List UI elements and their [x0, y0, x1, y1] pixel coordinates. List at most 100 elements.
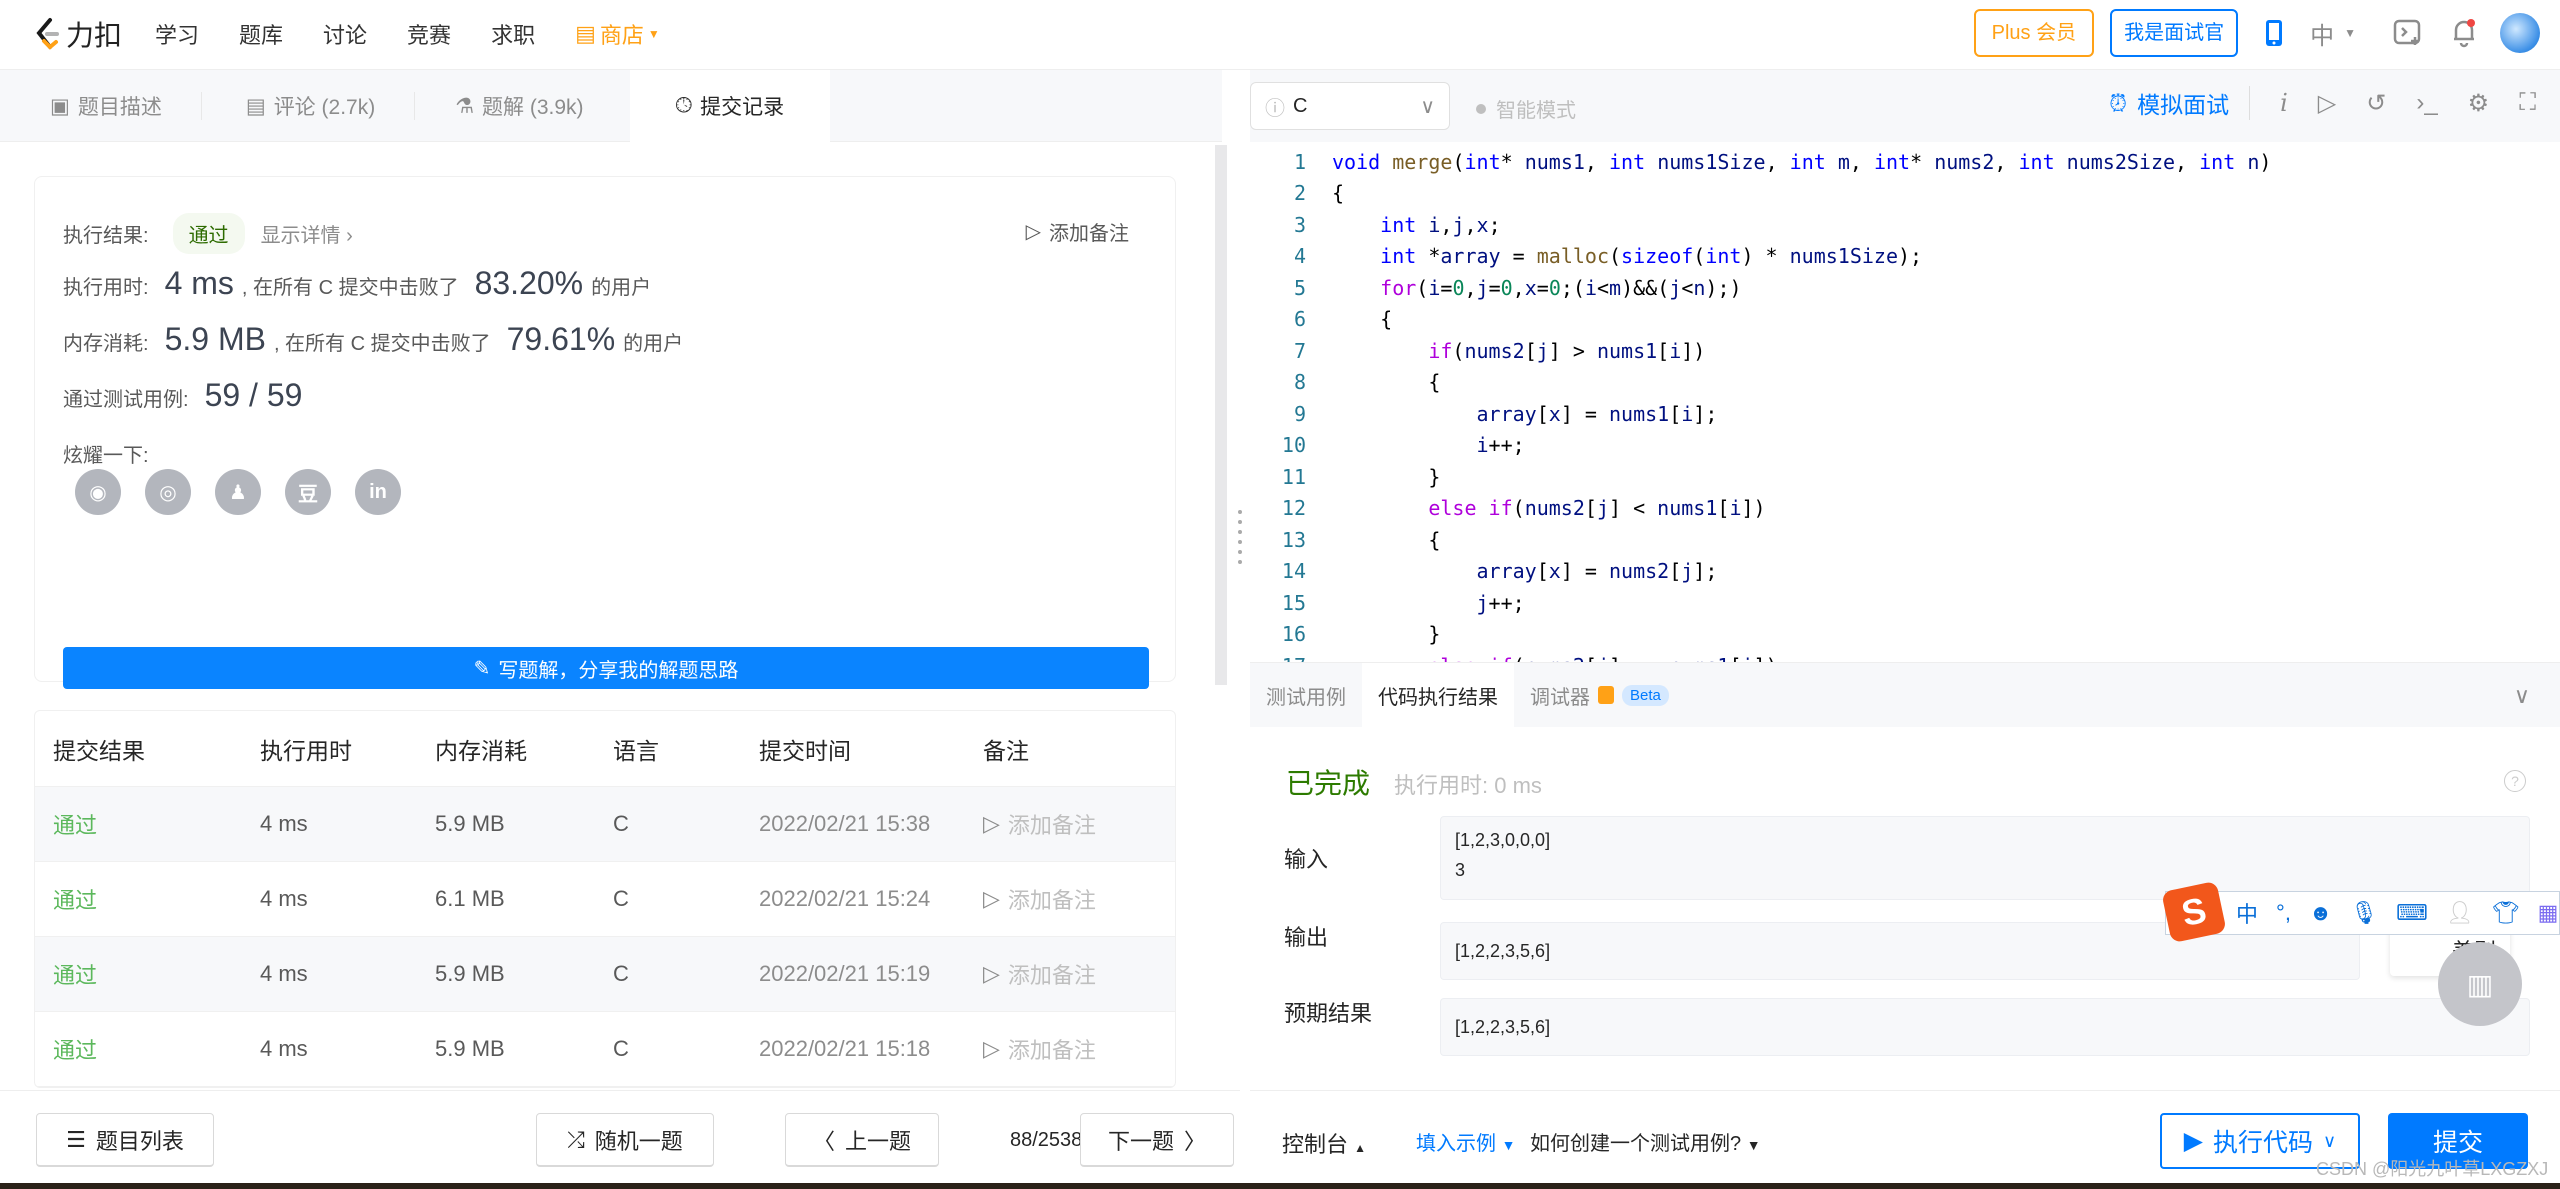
code-line[interactable]: 12 else if(nums2[j] < nums1[i]): [1250, 493, 2540, 525]
next-problem-button[interactable]: 下一题 〉: [1080, 1113, 1234, 1167]
language-select[interactable]: ⓘ C ∨: [1250, 82, 1450, 130]
mobile-icon[interactable]: [2254, 13, 2294, 53]
row-result[interactable]: 通过: [35, 958, 260, 990]
apps-grid-icon[interactable]: ▦: [2538, 900, 2559, 926]
code-line[interactable]: 3 int i,j,x;: [1250, 209, 2540, 241]
keyboard-icon[interactable]: ⌨: [2396, 900, 2428, 926]
tab-testcase[interactable]: 测试用例: [1250, 663, 1362, 728]
row-add-note[interactable]: ▷ 添加备注: [983, 958, 1175, 990]
emoji-icon[interactable]: ☻: [2309, 900, 2332, 926]
tab-solutions[interactable]: ⚗ 题解 (3.9k): [415, 70, 629, 142]
description-icon: ▣: [50, 94, 70, 118]
plus-membership-button[interactable]: Plus 会员: [1973, 9, 2095, 57]
nav-problems[interactable]: 题库: [239, 18, 283, 50]
table-row[interactable]: 通过 4 ms 6.1 MB C 2022/02/21 15:24 ▷ 添加备注: [35, 862, 1175, 937]
console-toggle[interactable]: 控制台 ▲: [1282, 1127, 1366, 1159]
table-row[interactable]: 通过 4 ms 5.9 MB C 2022/02/21 15:19 ▷ 添加备注: [35, 937, 1175, 1012]
weibo-icon[interactable]: ◎: [145, 469, 191, 515]
code-line[interactable]: 11 }: [1250, 461, 2540, 493]
add-note-button[interactable]: ▷ 添加备注: [1026, 217, 1129, 246]
code-line[interactable]: 17 else if(nums2[j] == nums1[i]): [1250, 650, 2540, 662]
user-avatar[interactable]: [2500, 13, 2540, 53]
line-number: 1: [1293, 149, 1306, 174]
code-line[interactable]: 14 array[x] = nums2[j];: [1250, 556, 2540, 588]
row-add-note[interactable]: ▷ 添加备注: [983, 808, 1175, 840]
code-line[interactable]: 8 {: [1250, 367, 2540, 399]
terminal-icon[interactable]: ›_: [2416, 89, 2437, 117]
row-add-note[interactable]: ▷ 添加备注: [983, 1033, 1175, 1065]
code-line[interactable]: 9 array[x] = nums1[i];: [1250, 398, 2540, 430]
notebook-float-button[interactable]: ▥: [2438, 942, 2522, 1026]
code-line[interactable]: 16 }: [1250, 619, 2540, 651]
smart-mode-toggle[interactable]: 智能模式: [1476, 94, 1576, 123]
code-editor[interactable]: 1 void merge(int* nums1, int nums1Size, i…: [1250, 142, 2540, 662]
row-result[interactable]: 通过: [35, 808, 260, 840]
alarm-clock-icon: ⏰︎: [2109, 89, 2128, 116]
code-line[interactable]: 15 j++;: [1250, 587, 2540, 619]
logo[interactable]: 力扣: [34, 14, 122, 54]
exec-result-row: 执行结果: 通过 显示详情 ›: [63, 213, 353, 254]
random-problem-button[interactable]: ⤮ 随机一题: [536, 1113, 714, 1167]
shop-icon: ▤: [575, 21, 596, 46]
microphone-icon[interactable]: 🎙︎: [2350, 900, 2378, 926]
douban-icon[interactable]: 豆: [285, 469, 331, 515]
panel-splitter-handle[interactable]: [1238, 510, 1244, 590]
left-tabs: ▣ 题目描述 ▤ 评论 (2.7k) ⚗ 题解 (3.9k) 🕓︎ 提交记录: [0, 70, 1222, 142]
tab-comments[interactable]: ▤ 评论 (2.7k): [202, 70, 416, 142]
interviewer-button[interactable]: 我是面试官: [2110, 9, 2239, 57]
code-line[interactable]: 6 {: [1250, 304, 2540, 336]
tab-submissions[interactable]: 🕓︎ 提交记录: [629, 70, 831, 142]
nav-shop[interactable]: ▤ 商店 ▼: [575, 18, 660, 50]
mock-interview-button[interactable]: ⏰︎ 模拟面试: [2109, 86, 2251, 120]
info-italic-icon[interactable]: i: [2280, 89, 2288, 117]
reset-icon[interactable]: ↺: [2366, 89, 2386, 118]
qq-icon[interactable]: ♟: [215, 469, 261, 515]
tab-run-result[interactable]: 代码执行结果: [1362, 662, 1514, 728]
prev-problem-button[interactable]: 〈 上一题: [785, 1113, 939, 1167]
code-line[interactable]: 1 void merge(int* nums1, int nums1Size, i…: [1250, 146, 2540, 178]
row-result[interactable]: 通过: [35, 883, 260, 915]
row-add-note[interactable]: ▷ 添加备注: [983, 883, 1175, 915]
problem-list-button[interactable]: ☰ 题目列表: [36, 1113, 214, 1167]
skin-shirt-icon[interactable]: 👕︎: [2492, 900, 2520, 926]
linkedin-icon[interactable]: in: [355, 469, 401, 515]
mock-interview-label: 模拟面试: [2137, 92, 2230, 118]
line-number: 14: [1281, 559, 1306, 584]
collapse-chevron-icon[interactable]: ∨: [2514, 683, 2530, 709]
notebook-icon: ▥: [2466, 968, 2494, 1000]
notification-bell-icon[interactable]: [2444, 13, 2484, 53]
show-details-link[interactable]: 显示详情 ›: [261, 219, 353, 248]
code-line[interactable]: 13 {: [1250, 524, 2540, 556]
nav-discuss[interactable]: 讨论: [323, 18, 367, 50]
ime-mode-label[interactable]: 中: [2236, 897, 2258, 929]
play-icon[interactable]: ▷: [2318, 89, 2336, 118]
playground-icon[interactable]: [2388, 13, 2428, 53]
settings-gear-icon[interactable]: ⚙: [2468, 89, 2490, 118]
debugger-label: 调试器: [1530, 686, 1590, 709]
wechat-icon[interactable]: ◉: [75, 469, 121, 515]
language-switcher[interactable]: 中 ▼: [2310, 16, 2356, 51]
col-language: 语言: [613, 737, 659, 764]
howto-testcase-dropdown[interactable]: 如何创建一个测试用例? ▼: [1530, 1127, 1761, 1156]
left-scrollbar[interactable]: [1215, 145, 1227, 685]
row-result[interactable]: 通过: [35, 1033, 260, 1065]
tab-description[interactable]: ▣ 题目描述: [0, 70, 202, 142]
code-line[interactable]: 5 for(i=0,j=0,x=0;(i<m)&&(j<n);): [1250, 272, 2540, 304]
code-line[interactable]: 7 if(nums2[j] > nums1[i]): [1250, 335, 2540, 367]
tab-debugger[interactable]: 调试器 Beta: [1514, 663, 1685, 728]
write-solution-button[interactable]: ✎ 写题解，分享我的解题思路: [63, 647, 1149, 689]
ime-punct-icon[interactable]: °,: [2276, 900, 2291, 926]
user-icon[interactable]: 👤︎: [2446, 900, 2474, 926]
fill-example-dropdown[interactable]: 填入示例 ▼: [1416, 1127, 1515, 1156]
nav-learn[interactable]: 学习: [155, 18, 199, 50]
table-row[interactable]: 通过 4 ms 5.9 MB C 2022/02/21 15:38 ▷ 添加备注: [35, 787, 1175, 862]
fullscreen-icon[interactable]: ⛶: [2519, 89, 2536, 117]
nav-jobs[interactable]: 求职: [491, 18, 535, 50]
help-icon[interactable]: ?: [2504, 770, 2526, 792]
table-row[interactable]: 通过 4 ms 5.9 MB C 2022/02/21 15:18 ▷ 添加备注: [35, 1012, 1175, 1087]
code-line[interactable]: 2{: [1250, 178, 2540, 210]
run-code-label: 执行代码: [2213, 1129, 2314, 1157]
nav-contest[interactable]: 竞赛: [407, 18, 451, 50]
code-line[interactable]: 4 int *array = malloc(sizeof(int) * nums…: [1250, 241, 2540, 273]
code-line[interactable]: 10 i++;: [1250, 430, 2540, 462]
